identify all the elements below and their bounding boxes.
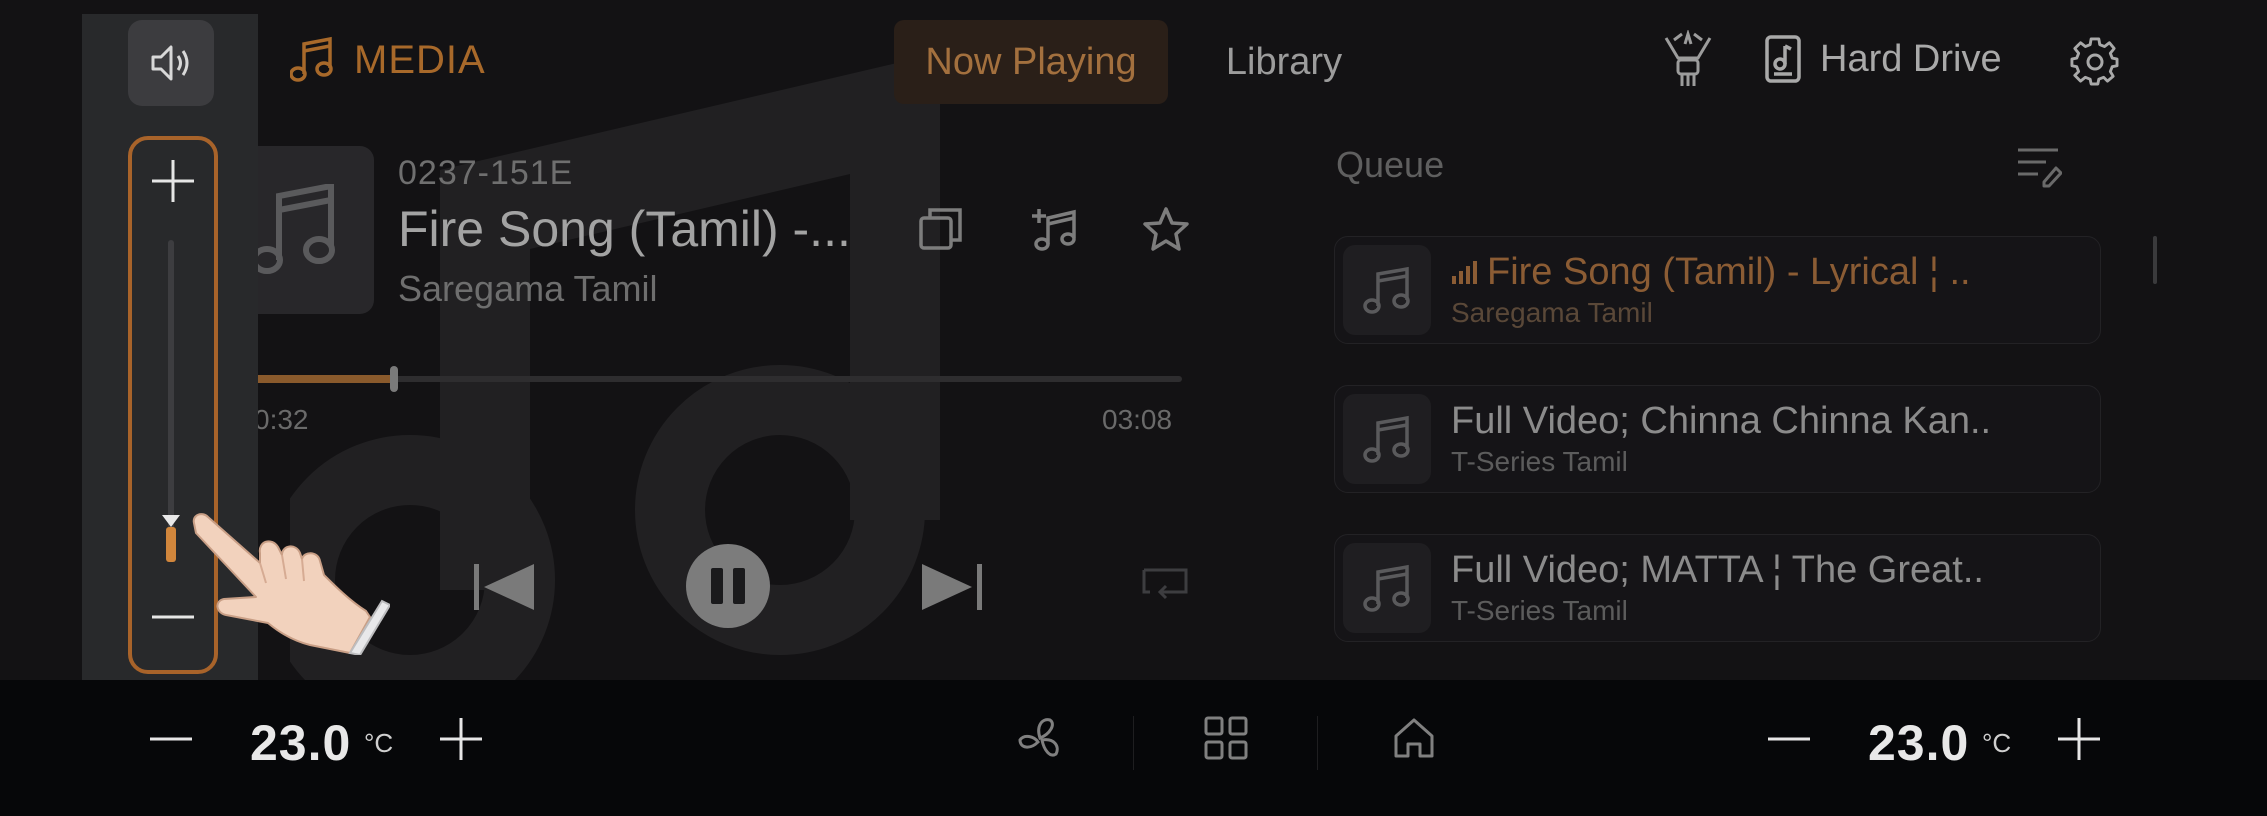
queue-item-artist: T-Series Tamil bbox=[1451, 595, 1628, 626]
media-label-text: MEDIA bbox=[354, 37, 486, 82]
queue-item[interactable]: Full Video; Chinna Chinna Kan.. T-Series… bbox=[1334, 385, 2101, 493]
previous-track-icon bbox=[474, 564, 534, 610]
gear-icon bbox=[2070, 37, 2119, 86]
star-icon bbox=[1143, 207, 1189, 251]
hand-gesture-illustration bbox=[192, 513, 390, 655]
repeat-button[interactable] bbox=[1140, 564, 1192, 609]
fan-icon[interactable] bbox=[1016, 716, 1064, 764]
queue-item[interactable]: Full Video; MATTA ¦ The Great.. T-Series… bbox=[1334, 534, 2101, 642]
favorite-button[interactable] bbox=[1142, 206, 1190, 257]
pause-bar-right bbox=[733, 568, 745, 604]
copy-icon bbox=[919, 208, 962, 250]
queue-item-art bbox=[1343, 245, 1431, 335]
music-note-icon bbox=[290, 36, 333, 82]
queue-scrollbar[interactable] bbox=[2153, 236, 2157, 284]
temp-increase-right-button[interactable] bbox=[2056, 716, 2102, 762]
volume-up-icon[interactable] bbox=[150, 158, 196, 204]
top-bar: MEDIA Now Playing Library Hard Drive bbox=[0, 0, 2267, 120]
music-note-icon bbox=[1363, 266, 1410, 314]
queue-item[interactable]: Fire Song (Tamil) - Lyrical ¦ .. Saregam… bbox=[1334, 236, 2101, 344]
track-title: Fire Song (Tamil) -... bbox=[398, 201, 851, 257]
left-temperature: 23.0 bbox=[250, 715, 352, 771]
add-to-playlist-button[interactable] bbox=[1030, 206, 1078, 257]
hard-drive-label: Hard Drive bbox=[1820, 37, 2002, 80]
tab-now-playing[interactable]: Now Playing bbox=[894, 20, 1168, 104]
home-icon[interactable] bbox=[1392, 716, 1436, 760]
right-temperature: 23.0 bbox=[1868, 715, 1970, 771]
settings-button[interactable] bbox=[2070, 36, 2120, 86]
queue-item-title: Full Video; Chinna Chinna Kan.. bbox=[1451, 400, 1992, 442]
music-note-icon bbox=[1363, 564, 1410, 612]
volume-track[interactable] bbox=[168, 240, 174, 562]
speaker-icon bbox=[151, 45, 189, 81]
progress-knob[interactable] bbox=[390, 366, 398, 392]
queue-item-title: Full Video; MATTA ¦ The Great.. bbox=[1451, 549, 1984, 591]
duration-time: 03:08 bbox=[1102, 404, 1173, 435]
temp-decrease-left-button[interactable] bbox=[148, 736, 194, 742]
copy-button[interactable] bbox=[918, 206, 964, 257]
queue-item-art bbox=[1343, 543, 1431, 633]
equalizer-figure-button[interactable] bbox=[1660, 30, 1716, 90]
tab-library[interactable]: Library bbox=[1200, 20, 1368, 104]
hard-drive-source[interactable]: Hard Drive bbox=[1764, 34, 2002, 84]
divider bbox=[1133, 716, 1134, 770]
playing-bars-icon bbox=[1452, 261, 1477, 284]
elapsed-time: 0:32 bbox=[254, 404, 309, 435]
media-screen: MEDIA Now Playing Library Hard Drive 023… bbox=[0, 0, 2267, 680]
edit-queue-button[interactable] bbox=[2016, 146, 2063, 193]
previous-button[interactable] bbox=[472, 560, 538, 619]
add-to-playlist-icon bbox=[1032, 209, 1076, 251]
pause-button[interactable] bbox=[686, 544, 770, 628]
pause-bar-left bbox=[711, 568, 723, 604]
queue-label: Queue bbox=[1336, 144, 1445, 185]
hard-drive-icon bbox=[1765, 35, 1801, 83]
queue-item-artist: Saregama Tamil bbox=[1451, 297, 1653, 328]
edit-list-icon bbox=[2018, 148, 2063, 188]
temp-decrease-right-button[interactable] bbox=[1766, 736, 1812, 742]
queue-item-title: Fire Song (Tamil) - Lyrical ¦ .. bbox=[1451, 251, 1971, 294]
volume-fill bbox=[166, 527, 176, 562]
temp-increase-left-button[interactable] bbox=[438, 716, 484, 762]
app-grid-icon[interactable] bbox=[1204, 716, 1248, 760]
volume-knob[interactable] bbox=[162, 515, 180, 527]
next-track-icon bbox=[922, 564, 982, 610]
queue-item-art bbox=[1343, 394, 1431, 484]
queue-item-artist: T-Series Tamil bbox=[1451, 446, 1628, 477]
track-artist: Saregama Tamil bbox=[398, 268, 658, 309]
right-temp-unit: °C bbox=[1982, 728, 2012, 758]
climate-bar: 23.0 °C 23.0 °C bbox=[0, 680, 2267, 816]
divider bbox=[1317, 716, 1318, 770]
queue-item-title-text: Fire Song (Tamil) - Lyrical ¦ .. bbox=[1487, 251, 1971, 293]
music-note-icon bbox=[1363, 415, 1410, 463]
track-code: 0237-151E bbox=[398, 154, 574, 192]
tab-library-label: Library bbox=[1225, 40, 1343, 83]
mute-button[interactable] bbox=[128, 20, 214, 106]
equalizer-figure-icon bbox=[1664, 30, 1712, 86]
tab-now-playing-label: Now Playing bbox=[925, 40, 1137, 83]
repeat-icon bbox=[1142, 568, 1188, 600]
music-note-icon bbox=[251, 184, 335, 274]
media-app-label[interactable]: MEDIA bbox=[290, 30, 486, 90]
next-button[interactable] bbox=[918, 560, 984, 619]
left-temp-unit: °C bbox=[364, 728, 394, 758]
